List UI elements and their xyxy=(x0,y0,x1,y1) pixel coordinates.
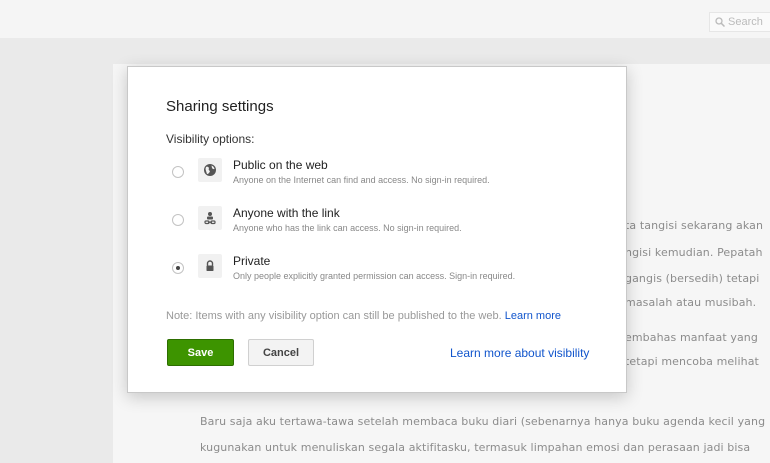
background-text-line: Baru saja aku tertawa-tawa setelah memba… xyxy=(200,415,766,428)
radio-private[interactable] xyxy=(172,262,184,274)
option-title: Private xyxy=(233,254,271,268)
option-title: Public on the web xyxy=(233,158,328,172)
background-text-line: tetapi mencoba melihat xyxy=(625,355,759,368)
background-text-line: ta tangisi sekarang akan xyxy=(625,219,764,232)
people-link-icon xyxy=(204,212,216,225)
option-anyone-with-link[interactable]: Anyone with the link Anyone who has the … xyxy=(128,206,626,247)
radio-public-web[interactable] xyxy=(172,166,184,178)
publish-note: Note: Items with any visibility option c… xyxy=(166,310,561,322)
radio-anyone-with-link[interactable] xyxy=(172,214,184,226)
search-box[interactable]: Search xyxy=(709,12,770,32)
globe-icon xyxy=(204,164,216,176)
learn-more-visibility-link[interactable]: Learn more about visibility xyxy=(450,346,589,360)
background-text-line: gangis (bersedih) tetapi xyxy=(625,272,760,285)
option-public-web[interactable]: Public on the web Anyone on the Internet… xyxy=(128,158,626,199)
learn-more-link[interactable]: Learn more xyxy=(505,310,561,322)
visibility-options-label: Visibility options: xyxy=(166,132,255,146)
option-private[interactable]: Private Only people explicitly granted p… xyxy=(128,254,626,295)
background-text-line: embahas manfaat yang xyxy=(625,331,758,344)
option-description: Anyone who has the link can access. No s… xyxy=(233,223,462,233)
top-bar: Search xyxy=(0,0,770,38)
sharing-settings-dialog: Sharing settings Visibility options: Pub… xyxy=(127,66,627,393)
background-text-line: kugunakan untuk menuliskan segala aktifi… xyxy=(200,441,751,454)
save-button[interactable]: Save xyxy=(167,339,234,366)
cancel-button[interactable]: Cancel xyxy=(248,339,314,366)
background-text-line: ngisi kemudian. Pepatah xyxy=(625,246,763,259)
note-text: Note: Items with any visibility option c… xyxy=(166,310,502,322)
dialog-title: Sharing settings xyxy=(166,98,274,115)
search-placeholder: Search xyxy=(728,16,763,28)
lock-icon xyxy=(206,260,214,271)
option-description: Anyone on the Internet can find and acce… xyxy=(233,175,490,185)
option-title: Anyone with the link xyxy=(233,206,340,220)
background-text-line: masalah atau musibah. xyxy=(625,296,757,309)
option-description: Only people explicitly granted permissio… xyxy=(233,271,516,281)
search-icon xyxy=(715,17,725,27)
